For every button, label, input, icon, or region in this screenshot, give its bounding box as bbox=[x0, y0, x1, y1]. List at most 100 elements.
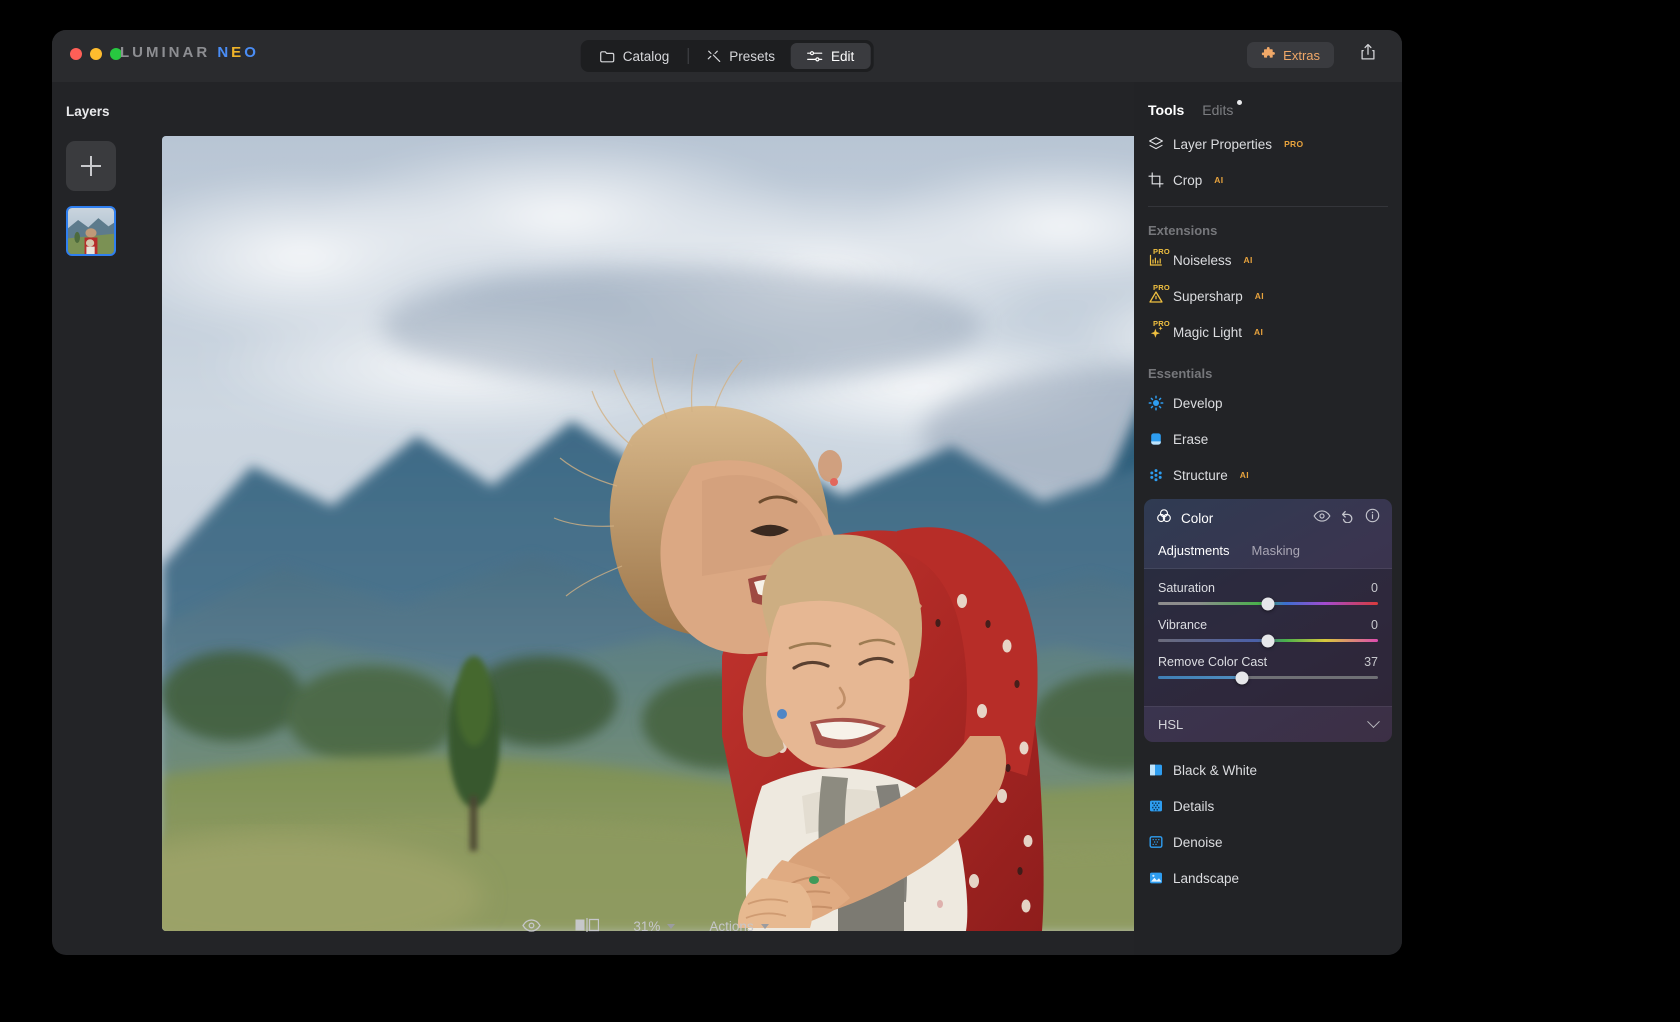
layers-title: Layers bbox=[66, 104, 110, 119]
slider-knob-remove-color-cast[interactable] bbox=[1235, 671, 1248, 684]
chevron-down-icon bbox=[761, 924, 769, 929]
pro-badge: PRO bbox=[1153, 283, 1170, 292]
hsl-label: HSL bbox=[1158, 717, 1183, 732]
actions-label: Actions bbox=[709, 919, 753, 934]
slider-header-vibrance: Vibrance0 bbox=[1158, 618, 1378, 632]
tool-row-denoise[interactable]: Denoise bbox=[1134, 824, 1402, 860]
tab-adjustments[interactable]: Adjustments bbox=[1158, 543, 1230, 558]
slider-track-vibrance[interactable] bbox=[1158, 639, 1378, 642]
tool-row-erase[interactable]: Erase bbox=[1134, 421, 1402, 457]
slider-knob-saturation[interactable] bbox=[1262, 597, 1275, 610]
supersharp-icon: PRO bbox=[1148, 288, 1164, 304]
color-module: Color bbox=[1144, 499, 1392, 742]
tool-label-magic-light: Magic Light bbox=[1173, 325, 1242, 340]
slider-header-saturation: Saturation0 bbox=[1158, 581, 1378, 595]
toggle-visibility-icon[interactable] bbox=[1313, 509, 1331, 527]
close-button[interactable] bbox=[70, 48, 82, 60]
tool-row-black-and-white[interactable]: Black & White bbox=[1134, 752, 1402, 788]
share-icon[interactable] bbox=[1360, 43, 1376, 66]
edits-badge-dot bbox=[1237, 100, 1242, 105]
color-wheels-icon bbox=[1156, 508, 1172, 529]
structure-icon bbox=[1148, 467, 1164, 483]
mode-label-presets: Presets bbox=[729, 49, 775, 64]
tab-tools-label: Tools bbox=[1148, 102, 1184, 118]
info-icon[interactable] bbox=[1365, 508, 1380, 528]
tool-row-layer-properties[interactable]: Layer Properties PRO bbox=[1134, 126, 1402, 162]
minimize-button[interactable] bbox=[90, 48, 102, 60]
add-layer-button[interactable] bbox=[66, 141, 116, 191]
denoise-icon bbox=[1148, 834, 1164, 850]
ai-badge: AI bbox=[1244, 255, 1253, 265]
before-after-icon bbox=[575, 918, 599, 935]
layers-panel: Layers bbox=[52, 82, 157, 955]
tool-row-crop[interactable]: Crop AI bbox=[1134, 162, 1402, 198]
mode-label-edit: Edit bbox=[831, 49, 854, 64]
color-module-tabs: Adjustments Masking bbox=[1144, 537, 1392, 569]
application-window: LUMINAR NEO Catalog Presets bbox=[52, 30, 1402, 955]
section-heading-extensions: Extensions bbox=[1134, 207, 1402, 242]
tool-row-landscape[interactable]: Landscape bbox=[1134, 860, 1402, 896]
black-white-icon bbox=[1148, 762, 1164, 778]
tool-label-erase: Erase bbox=[1173, 432, 1208, 447]
slider-track-remove-color-cast[interactable] bbox=[1158, 676, 1378, 679]
pro-badge: PRO bbox=[1153, 247, 1170, 256]
ai-badge: AI bbox=[1214, 175, 1223, 185]
tab-tools[interactable]: Tools bbox=[1148, 102, 1184, 118]
extras-button[interactable]: Extras bbox=[1247, 42, 1334, 68]
tool-row-structure[interactable]: Structure AI bbox=[1134, 457, 1402, 493]
hsl-section-toggle[interactable]: HSL bbox=[1144, 706, 1392, 742]
lower-tools-list: Black & White Details bbox=[1134, 752, 1402, 896]
magic-light-icon: PRO bbox=[1148, 324, 1164, 340]
tool-row-magic-light[interactable]: PRO Magic Light AI bbox=[1134, 314, 1402, 350]
tool-row-noiseless[interactable]: PRO Noiseless AI bbox=[1134, 242, 1402, 278]
slider-value-remove-color-cast: 37 bbox=[1364, 655, 1378, 669]
tools-panel: Tools Edits Layer Properties PRO bbox=[1134, 82, 1402, 955]
tool-row-supersharp[interactable]: PRO Supersharp AI bbox=[1134, 278, 1402, 314]
tab-edits[interactable]: Edits bbox=[1202, 102, 1233, 118]
chevron-down-icon bbox=[1367, 715, 1380, 728]
develop-icon bbox=[1148, 395, 1164, 411]
actions-dropdown[interactable]: Actions bbox=[709, 919, 768, 934]
mode-switcher: Catalog Presets E bbox=[581, 40, 874, 72]
puzzle-icon bbox=[1261, 47, 1276, 64]
tool-label-black-and-white: Black & White bbox=[1173, 763, 1257, 778]
zoom-level-dropdown[interactable]: 31% bbox=[633, 919, 675, 934]
slider-saturation: Saturation0 bbox=[1158, 581, 1378, 605]
tool-label-landscape: Landscape bbox=[1173, 871, 1239, 886]
slider-track-saturation[interactable] bbox=[1158, 602, 1378, 605]
eye-icon bbox=[522, 919, 541, 935]
tool-label-develop: Develop bbox=[1173, 396, 1223, 411]
tab-edits-label: Edits bbox=[1202, 102, 1233, 118]
canvas-area: 31% Actions bbox=[157, 82, 1134, 955]
mode-button-catalog[interactable]: Catalog bbox=[584, 43, 686, 69]
slider-knob-vibrance[interactable] bbox=[1262, 634, 1275, 647]
mode-button-edit[interactable]: Edit bbox=[791, 43, 870, 69]
before-after-button[interactable] bbox=[575, 918, 599, 935]
slider-vibrance: Vibrance0 bbox=[1158, 618, 1378, 642]
noiseless-icon: PRO bbox=[1148, 252, 1164, 268]
crop-icon bbox=[1148, 172, 1164, 188]
tool-row-details[interactable]: Details bbox=[1134, 788, 1402, 824]
canvas-toolbar: 31% Actions bbox=[157, 918, 1134, 935]
brand-prefix: LUMINAR bbox=[120, 44, 210, 61]
tool-label-denoise: Denoise bbox=[1173, 835, 1223, 850]
slider-remove-color-cast: Remove Color Cast37 bbox=[1158, 655, 1378, 679]
tool-label-layer-properties: Layer Properties bbox=[1173, 137, 1272, 152]
layer-thumbnail[interactable] bbox=[66, 206, 116, 256]
sparkle-icon bbox=[706, 49, 721, 63]
color-module-title: Color bbox=[1181, 511, 1304, 526]
details-icon bbox=[1148, 798, 1164, 814]
color-sliders: Saturation0 Vibrance0 Remove Color Cast37 bbox=[1144, 569, 1392, 706]
tool-row-develop[interactable]: Develop bbox=[1134, 385, 1402, 421]
panel-tabs: Tools Edits bbox=[1134, 82, 1402, 118]
tab-masking[interactable]: Masking bbox=[1252, 543, 1300, 558]
extras-label: Extras bbox=[1283, 48, 1320, 63]
pro-badge: PRO bbox=[1153, 319, 1170, 328]
preview-toggle-button[interactable] bbox=[522, 919, 541, 935]
reset-icon[interactable] bbox=[1340, 509, 1356, 528]
color-module-header[interactable]: Color bbox=[1144, 499, 1392, 537]
app-brand-logo: LUMINAR NEO bbox=[120, 44, 259, 61]
tool-label-noiseless: Noiseless bbox=[1173, 253, 1232, 268]
folder-icon bbox=[600, 50, 615, 63]
mode-button-presets[interactable]: Presets bbox=[690, 43, 791, 69]
